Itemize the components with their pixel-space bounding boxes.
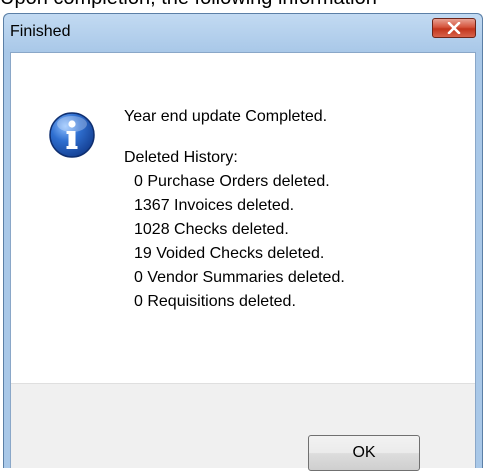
history-item-requisitions: 0 Requisitions deleted. <box>134 293 296 310</box>
history-item-purchase-orders: 0 Purchase Orders deleted. <box>134 173 330 190</box>
info-icon <box>49 112 95 158</box>
close-button[interactable] <box>432 18 476 38</box>
close-icon <box>447 22 461 34</box>
document-caption: Upon completion, the following informati… <box>0 0 486 11</box>
dialog-title: Finished <box>10 23 71 40</box>
message-text: Year end update Completed. Deleted Histo… <box>124 105 345 314</box>
history-item-vendor-summaries: 0 Vendor Summaries deleted. <box>134 269 345 286</box>
button-bar: OK <box>11 383 475 471</box>
dialog-body: Year end update Completed. Deleted Histo… <box>10 52 476 471</box>
history-item-checks: 1028 Checks deleted. <box>134 221 289 238</box>
title-bar[interactable]: Finished <box>4 14 482 52</box>
ok-button[interactable]: OK <box>308 435 420 471</box>
history-item-invoices: 1367 Invoices deleted. <box>134 197 295 214</box>
message-area: Year end update Completed. Deleted Histo… <box>11 53 475 383</box>
finished-dialog: Finished Year end update Completed. Dele… <box>3 13 483 471</box>
completion-message: Year end update Completed. <box>124 108 328 125</box>
history-item-voided-checks: 19 Voided Checks deleted. <box>134 245 325 262</box>
history-heading: Deleted History: <box>124 149 238 166</box>
